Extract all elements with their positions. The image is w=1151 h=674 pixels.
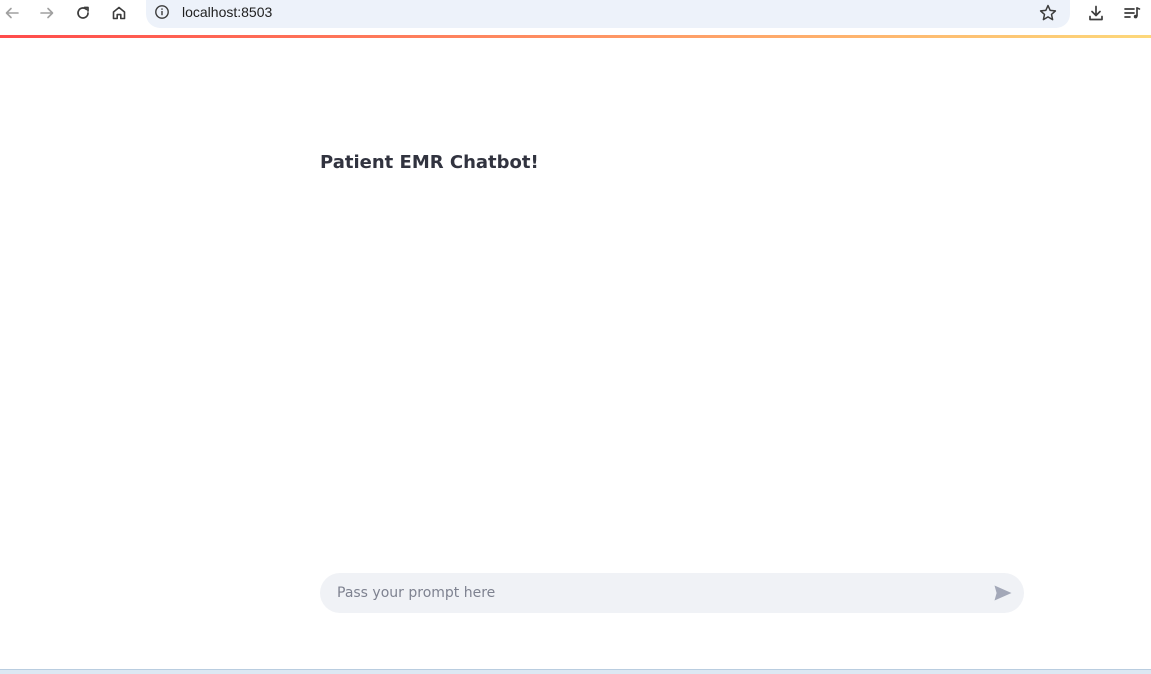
- bookmark-star-icon[interactable]: [1038, 3, 1058, 23]
- reload-button[interactable]: [71, 1, 95, 25]
- send-icon: [994, 585, 1012, 601]
- reading-list-button[interactable]: [1120, 1, 1144, 25]
- url-text[interactable]: localhost:8503: [182, 4, 272, 20]
- browser-toolbar: localhost:8503: [0, 0, 1151, 35]
- reload-icon: [77, 6, 89, 19]
- address-bar[interactable]: localhost:8503: [146, 0, 1070, 28]
- download-icon: [1089, 5, 1103, 21]
- back-button[interactable]: [0, 1, 24, 25]
- send-button[interactable]: [992, 582, 1014, 604]
- forward-arrow-icon: [40, 7, 54, 19]
- chat-prompt-input[interactable]: [337, 573, 977, 613]
- site-info-icon[interactable]: [154, 4, 170, 20]
- header-decoration-bar: [0, 35, 1151, 38]
- window-bottom-edge: [0, 669, 1151, 674]
- chat-input-container[interactable]: [320, 573, 1024, 613]
- back-arrow-icon: [5, 7, 19, 19]
- home-icon: [112, 6, 126, 20]
- home-button[interactable]: [107, 1, 131, 25]
- forward-button[interactable]: [35, 1, 59, 25]
- reading-list-icon: [1124, 7, 1141, 19]
- page-title: Patient EMR Chatbot!: [320, 152, 539, 173]
- downloads-button[interactable]: [1084, 1, 1108, 25]
